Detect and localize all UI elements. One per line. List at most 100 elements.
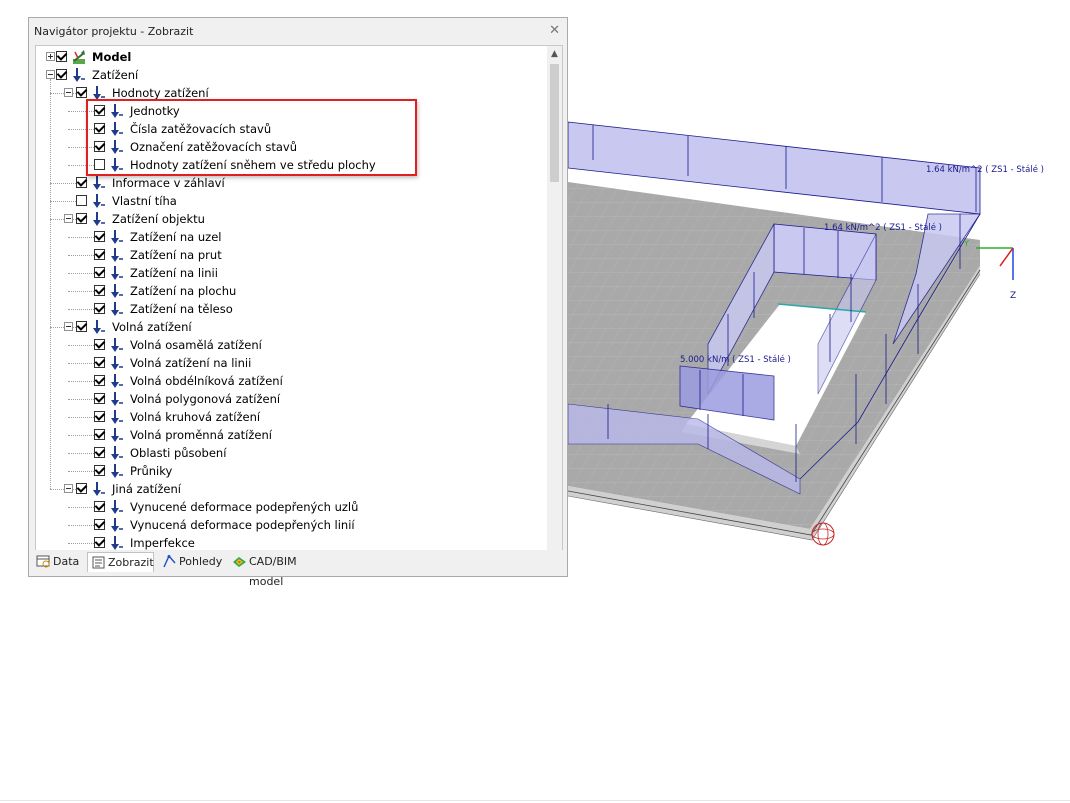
tab-data[interactable]: Data — [33, 552, 83, 572]
tree-item-checkbox[interactable] — [94, 519, 105, 530]
model-viewport[interactable]: Z Y 1.64 kN/m^2 ( ZS1 - Stálé ) 1.64 kN/… — [568, 104, 1070, 564]
tree-connector-line — [68, 237, 94, 238]
close-icon[interactable]: ✕ — [549, 23, 560, 38]
tree-item-label: Volná polygonová zatížení — [130, 392, 281, 406]
tab-zobrazit-label: Zobrazit — [108, 556, 154, 569]
tree-item[interactable]: Zatížení na uzel — [36, 228, 541, 246]
highlight-box — [86, 99, 417, 176]
collapse-icon[interactable] — [64, 88, 73, 97]
tree-connector-line — [68, 507, 94, 508]
tree-connector-line — [68, 363, 94, 364]
tree-item-checkbox[interactable] — [94, 231, 105, 242]
tree-item-checkbox[interactable] — [94, 501, 105, 512]
tree-item-label: Volná obdélníková zatížení — [130, 374, 283, 388]
tree-item[interactable]: Model — [36, 48, 541, 66]
tree-item-checkbox[interactable] — [76, 195, 87, 206]
tree-item-checkbox[interactable] — [56, 69, 67, 80]
tree-item-checkbox[interactable] — [94, 411, 105, 422]
tree-item-label: Vynucená deformace podepřených linií — [130, 518, 355, 532]
load-arrow-icon — [73, 68, 85, 82]
tree-item-label: Zatížení na uzel — [130, 230, 222, 244]
tree-item-label: Průniky — [130, 464, 173, 478]
tree-item-checkbox[interactable] — [94, 375, 105, 386]
tab-data-label: Data — [53, 555, 80, 568]
tree-item[interactable]: Vynucené deformace podepřených uzlů — [36, 498, 541, 516]
tab-cad-bim[interactable]: CAD/BIM model — [229, 552, 335, 588]
tree-item-checkbox[interactable] — [76, 177, 87, 188]
tree-connector-line — [68, 381, 94, 382]
tree-item[interactable]: Volná obdélníková zatížení — [36, 372, 541, 390]
tree-item-checkbox[interactable] — [56, 51, 67, 62]
tree-item[interactable]: Informace v záhlaví — [36, 174, 541, 192]
tree-item[interactable]: Vynucená deformace podepřených linií — [36, 516, 541, 534]
collapse-icon[interactable] — [64, 484, 73, 493]
tree-item[interactable]: Zatížení na těleso — [36, 300, 541, 318]
tree-item[interactable]: Zatížení na plochu — [36, 282, 541, 300]
collapse-icon[interactable] — [46, 70, 55, 79]
scroll-up-icon[interactable]: ▲ — [547, 46, 562, 63]
tree-item-checkbox[interactable] — [76, 321, 87, 332]
tree-connector-line — [68, 309, 94, 310]
tree-item[interactable]: Volná zatížení — [36, 318, 541, 336]
load-arrow-icon — [111, 410, 123, 424]
load-arrow-icon — [93, 194, 105, 208]
load-arrow-icon — [93, 482, 105, 496]
tree-connector-line — [68, 273, 94, 274]
tree-item-label: Oblasti působení — [130, 446, 227, 460]
load-arrow-icon — [111, 284, 123, 298]
tree-item-checkbox[interactable] — [76, 483, 87, 494]
tree-item-checkbox[interactable] — [94, 285, 105, 296]
collapse-icon[interactable] — [64, 214, 73, 223]
tab-pohledy-label: Pohledy — [179, 555, 223, 568]
tree-item-label: Vynucené deformace podepřených uzlů — [130, 500, 359, 514]
tree-item[interactable]: Jiná zatížení — [36, 480, 541, 498]
tree-item-checkbox[interactable] — [94, 429, 105, 440]
tree-item[interactable]: Volná polygonová zatížení — [36, 390, 541, 408]
tree-item-checkbox[interactable] — [94, 537, 105, 548]
collapse-icon[interactable] — [64, 322, 73, 331]
scroll-thumb[interactable] — [550, 64, 559, 182]
data-icon — [36, 555, 50, 568]
tree-connector-line — [68, 435, 94, 436]
tree-item[interactable]: Volná proměnná zatížení — [36, 426, 541, 444]
navigator-tabbar: Data Zobrazit Pohledy CAD/BIM model — [29, 550, 567, 588]
tree-item[interactable]: Zatížení na linii — [36, 264, 541, 282]
tree-item[interactable]: Oblasti působení — [36, 444, 541, 462]
tree-item[interactable]: Vlastní tíha — [36, 192, 541, 210]
tree-item-checkbox[interactable] — [94, 339, 105, 350]
tree-item-checkbox[interactable] — [94, 267, 105, 278]
tree-item-checkbox[interactable] — [76, 87, 87, 98]
tree-item-checkbox[interactable] — [94, 465, 105, 476]
tree-item[interactable]: Zatížení objektu — [36, 210, 541, 228]
tree-item[interactable]: Průniky — [36, 462, 541, 480]
vertical-scrollbar[interactable]: ▲ ▼ — [547, 46, 562, 566]
axis-y-label: Y — [963, 239, 969, 248]
tree-item-checkbox[interactable] — [94, 249, 105, 260]
tree-item-checkbox[interactable] — [94, 303, 105, 314]
tree-item-checkbox[interactable] — [94, 447, 105, 458]
tree-item-checkbox[interactable] — [94, 357, 105, 368]
tree-connector-line — [68, 345, 94, 346]
load-arrow-icon — [93, 176, 105, 190]
tree-item-checkbox[interactable] — [76, 213, 87, 224]
tab-pohledy[interactable]: Pohledy — [159, 552, 225, 572]
cad-bim-icon — [233, 557, 246, 567]
tree-item[interactable]: Volná kruhová zatížení — [36, 408, 541, 426]
axis-z-label: Z — [1010, 291, 1016, 301]
tab-zobrazit[interactable]: Zobrazit — [87, 552, 154, 572]
tree-item[interactable]: Volná osamělá zatížení — [36, 336, 541, 354]
load-arrow-icon — [111, 356, 123, 370]
axis-triad — [976, 247, 1014, 280]
tree-connector-line — [68, 525, 94, 526]
navigator-title-bar: Navigátor projektu - Zobrazit ✕ — [29, 18, 567, 44]
tree-item-checkbox[interactable] — [94, 393, 105, 404]
expand-icon[interactable] — [46, 52, 55, 61]
load-arrow-icon — [111, 230, 123, 244]
tree-connector-line — [50, 201, 76, 202]
tree-item-label: Model — [92, 50, 132, 64]
tree-item[interactable]: Zatížení na prut — [36, 246, 541, 264]
tree-item-label: Zatížení na plochu — [130, 284, 237, 298]
load-arrow-icon — [111, 248, 123, 262]
tree-item[interactable]: Zatížení — [36, 66, 541, 84]
tree-item[interactable]: Volná zatížení na linii — [36, 354, 541, 372]
